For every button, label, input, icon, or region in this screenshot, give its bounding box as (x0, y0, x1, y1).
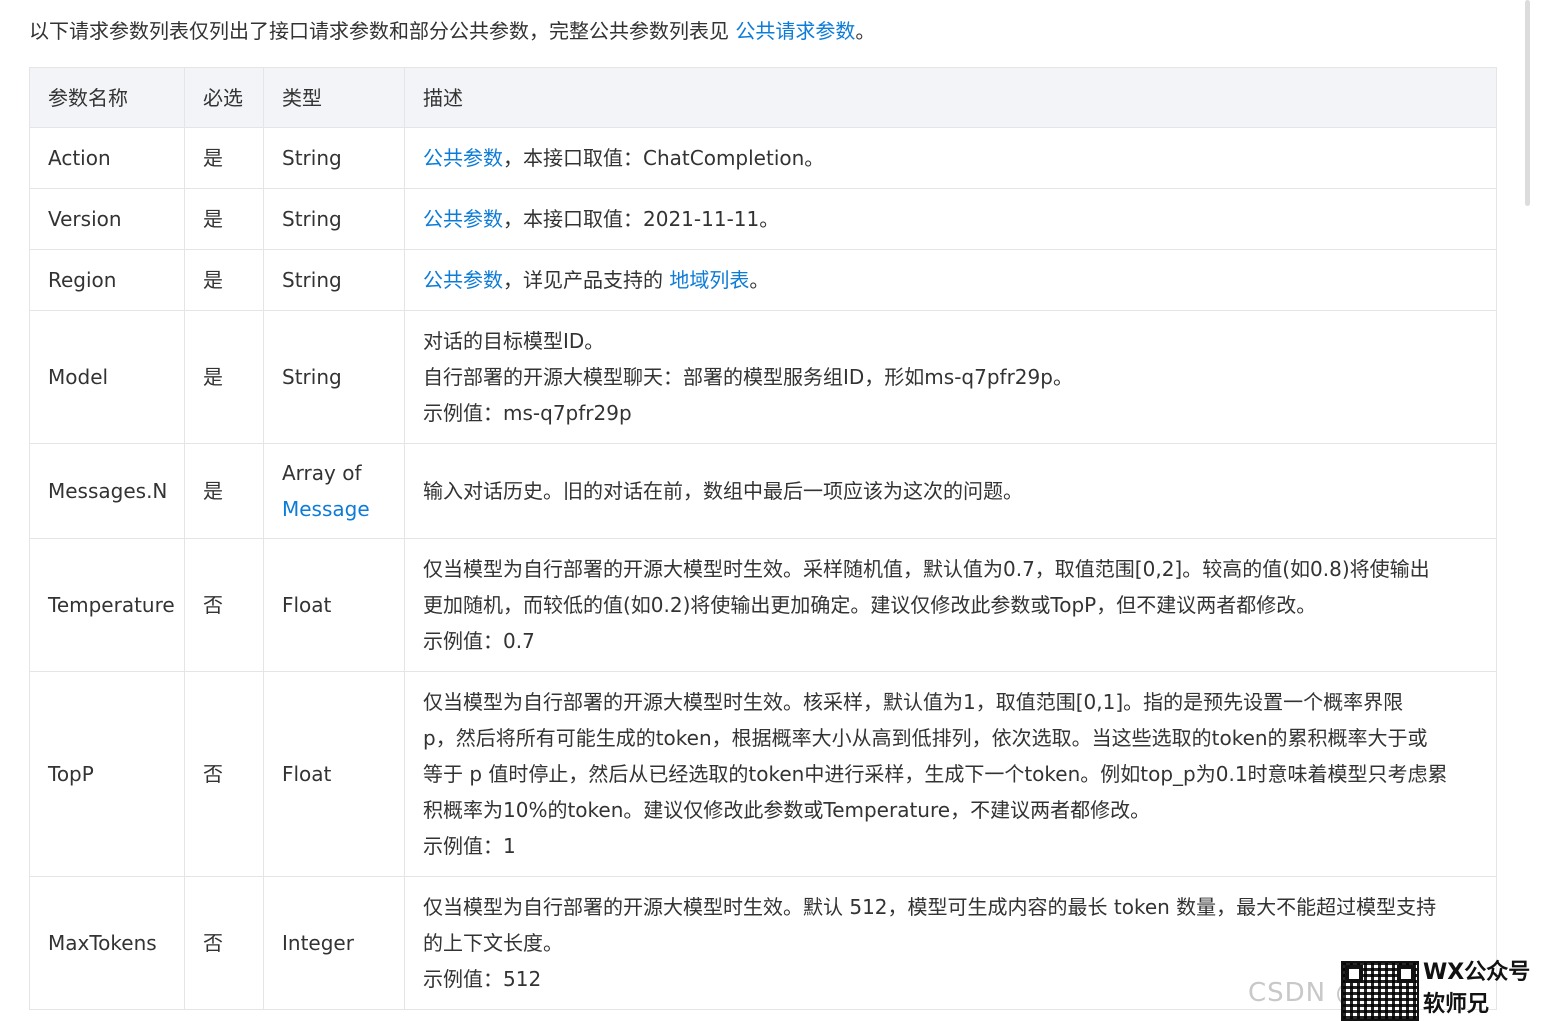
param-name: Version (29, 188, 185, 250)
param-required: 否 (184, 538, 264, 672)
request-params-table: 参数名称 必选 类型 描述 Action 是 String 公共参数，本接口取值… (29, 67, 1497, 1010)
table-row-action: Action 是 String 公共参数，本接口取值：ChatCompletio… (29, 127, 1497, 189)
param-required: 否 (184, 671, 264, 877)
param-type: Float (263, 538, 405, 672)
wx-label-line2: 软师兄 (1423, 992, 1490, 1017)
param-name: Model (29, 310, 185, 444)
header-required: 必选 (184, 67, 264, 128)
description-line: p，然后将所有可能生成的token，根据概率大小从高到低排列，依次选取。当这些选… (423, 726, 1428, 750)
description-line: 的上下文长度。 (423, 931, 563, 955)
param-description: 公共参数，本接口取值：ChatCompletion。 (404, 127, 1497, 189)
description-text: ，详见产品支持的 (503, 268, 670, 292)
param-description: 公共参数，本接口取值：2021-11-11。 (404, 188, 1497, 250)
param-type: Float (263, 671, 405, 877)
description-line: 示例值：0.7 (423, 629, 535, 653)
type-text: Array of (282, 461, 362, 485)
public-params-link[interactable]: 公共参数 (423, 146, 503, 170)
qr-code-icon (1341, 961, 1419, 1021)
table-row-region: Region 是 String 公共参数，详见产品支持的 地域列表。 (29, 249, 1497, 311)
param-description: 仅当模型为自行部署的开源大模型时生效。采样随机值，默认值为0.7，取值范围[0,… (404, 538, 1497, 672)
table-row-temperature: Temperature 否 Float 仅当模型为自行部署的开源大模型时生效。采… (29, 538, 1497, 672)
param-description: 公共参数，详见产品支持的 地域列表。 (404, 249, 1497, 311)
param-type: String (263, 188, 405, 250)
description-line: 更加随机，而较低的值(如0.2)将使输出更加确定。建议仅修改此参数或TopP，但… (423, 593, 1317, 617)
param-name: Action (29, 127, 185, 189)
intro-end: 。 (855, 19, 876, 43)
description-line: 积概率为10%的token。建议仅修改此参数或Temperature，不建议两者… (423, 798, 1151, 822)
description-text: ，本接口取值：2021-11-11。 (503, 207, 780, 231)
param-type: Array of Message (263, 443, 405, 539)
header-description: 描述 (404, 67, 1497, 128)
description-line: 自行部署的开源大模型聊天：部署的模型服务组ID，形如ms-q7pfr29p。 (423, 365, 1073, 389)
intro-sentence: 以下请求参数列表仅列出了接口请求参数和部分公共参数，完整公共参数列表见 (29, 19, 736, 43)
param-required: 是 (184, 443, 264, 539)
param-required: 否 (184, 876, 264, 1010)
description-line: 输入对话历史。旧的对话在前，数组中最后一项应该为这次的问题。 (423, 479, 1023, 503)
intro-text: 以下请求参数列表仅列出了接口请求参数和部分公共参数，完整公共参数列表见 公共请求… (29, 16, 875, 46)
message-type-link[interactable]: Message (282, 491, 386, 527)
description-line: 仅当模型为自行部署的开源大模型时生效。核采样，默认值为1，取值范围[0,1]。指… (423, 690, 1404, 714)
public-params-link[interactable]: 公共参数 (423, 268, 503, 292)
param-required: 是 (184, 127, 264, 189)
description-line: 仅当模型为自行部署的开源大模型时生效。采样随机值，默认值为0.7，取值范围[0,… (423, 557, 1430, 581)
table-header-row: 参数名称 必选 类型 描述 (29, 67, 1497, 128)
table-row-topp: TopP 否 Float 仅当模型为自行部署的开源大模型时生效。核采样，默认值为… (29, 671, 1497, 877)
param-name: TopP (29, 671, 185, 877)
param-type: Integer (263, 876, 405, 1010)
table-row-model: Model 是 String 对话的目标模型ID。 自行部署的开源大模型聊天：部… (29, 310, 1497, 444)
region-list-link[interactable]: 地域列表 (669, 268, 749, 292)
param-name: Temperature (29, 538, 185, 672)
description-end: 。 (749, 268, 770, 292)
param-name: MaxTokens (29, 876, 185, 1010)
param-type: String (263, 127, 405, 189)
param-description: 对话的目标模型ID。 自行部署的开源大模型聊天：部署的模型服务组ID，形如ms-… (404, 310, 1497, 444)
wx-account-label: WX公众号 软师兄 (1423, 957, 1530, 1021)
table-row-messages: Messages.N 是 Array of Message 输入对话历史。旧的对… (29, 443, 1497, 539)
description-line: 等于 p 值时停止，然后从已经选取的token中进行采样，生成下一个token。… (423, 762, 1448, 786)
param-description: 仅当模型为自行部署的开源大模型时生效。核采样，默认值为1，取值范围[0,1]。指… (404, 671, 1497, 877)
page: 以下请求参数列表仅列出了接口请求参数和部分公共参数，完整公共参数列表见 公共请求… (0, 0, 1542, 1021)
description-line: 对话的目标模型ID。 (423, 329, 605, 353)
table-row-version: Version 是 String 公共参数，本接口取值：2021-11-11。 (29, 188, 1497, 250)
param-name: Messages.N (29, 443, 185, 539)
header-param-name: 参数名称 (29, 67, 185, 128)
param-required: 是 (184, 188, 264, 250)
description-line: 示例值：ms-q7pfr29p (423, 401, 632, 425)
param-type: String (263, 310, 405, 444)
param-required: 是 (184, 310, 264, 444)
param-type: String (263, 249, 405, 311)
header-type: 类型 (263, 67, 405, 128)
public-request-params-link[interactable]: 公共请求参数 (735, 19, 855, 43)
vertical-scrollbar[interactable] (1525, 0, 1530, 206)
wx-label-line1: WX公众号 (1423, 960, 1531, 985)
param-name: Region (29, 249, 185, 311)
public-params-link[interactable]: 公共参数 (423, 207, 503, 231)
param-required: 是 (184, 249, 264, 311)
description-line: 仅当模型为自行部署的开源大模型时生效。默认 512，模型可生成内容的最长 tok… (423, 895, 1437, 919)
param-description: 输入对话历史。旧的对话在前，数组中最后一项应该为这次的问题。 (404, 443, 1497, 539)
description-text: ，本接口取值：ChatCompletion。 (503, 146, 825, 170)
description-line: 示例值：1 (423, 834, 516, 858)
